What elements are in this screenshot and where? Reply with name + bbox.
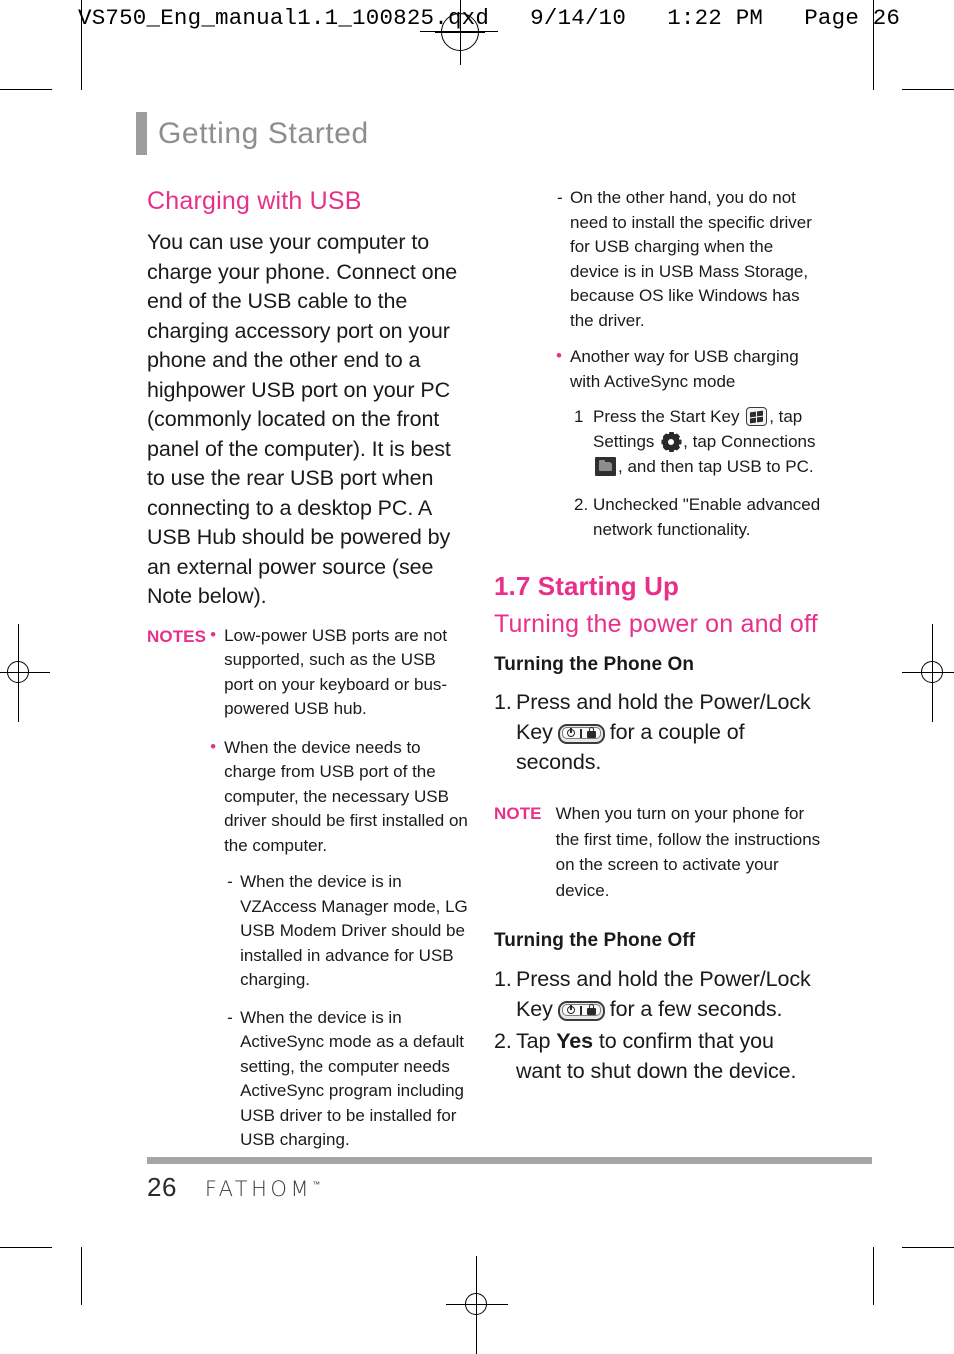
step-text: Unchecked "Enable advanced network funct…: [593, 495, 821, 539]
chapter-header: Getting Started: [136, 112, 369, 155]
step-number: 1.: [494, 690, 512, 715]
note-dash-item: On the other hand, you do not need to in…: [556, 186, 824, 333]
step-marker: 2.: [574, 495, 589, 514]
activesync-bullet-item: Another way for USB charging with Active…: [556, 344, 824, 394]
note-bullet-item: Low-power USB ports are not supported, s…: [210, 623, 469, 722]
step-text-part4: , and then tap USB to PC.: [618, 457, 814, 476]
activesync-step-2: 2. Unchecked "Enable advanced network fu…: [574, 492, 824, 542]
subheading-turning-phone-on: Turning the Phone On: [494, 653, 695, 675]
step-number: 1.: [494, 966, 512, 991]
activesync-step-1: 1 Press the Start Key , tap Settings , t…: [574, 404, 824, 479]
page-number: 26: [147, 1172, 177, 1202]
note-bullet-item: When the device needs to charge from USB…: [210, 735, 469, 859]
start-key-icon: [746, 407, 768, 426]
manual-page: Getting Started Charging with USB You ca…: [0, 0, 954, 1335]
right-column: On the other hand, you do not need to in…: [494, 186, 824, 1088]
note-text: When you turn on your phone for the firs…: [555, 804, 821, 900]
step-marker: 1: [574, 407, 584, 426]
confirm-yes-label: Yes: [556, 1028, 594, 1053]
phone-off-step-2: 2. Tap Yes to confirm that you want to s…: [494, 1026, 824, 1086]
step-body: Tap Yes to confirm that you want to shut…: [516, 1026, 824, 1086]
step-number: 2.: [494, 1028, 512, 1053]
note-sub-dash-block: When the device is in VZAccess Manager m…: [226, 870, 469, 1153]
step-body: Press and hold the Power/Lock Key for a c…: [516, 687, 824, 777]
gear-icon: [661, 432, 682, 452]
step-body: Press and hold the Power/Lock Key for a f…: [516, 964, 824, 1024]
activesync-step-list: 1 Press the Start Key , tap Settings , t…: [556, 404, 824, 542]
brand-name: FATHOM: [204, 1177, 313, 1201]
left-column: Charging with USB You can use your compu…: [147, 186, 469, 1153]
note-dash-item: When the device is in ActiveSync mode as…: [226, 1006, 469, 1153]
chapter-accent-bar: [136, 112, 147, 155]
notes-label: NOTES: [147, 626, 207, 646]
step-text-part3: , tap Connections: [683, 432, 816, 451]
section-heading-charging-with-usb: Charging with USB: [147, 187, 362, 215]
notes-body: Low-power USB ports are not supported, s…: [206, 623, 469, 1153]
power-lock-key-icon: [557, 724, 605, 745]
note-label: NOTE: [494, 804, 542, 824]
page-title: Getting Started: [158, 117, 369, 150]
notes-bullet-list: Low-power USB ports are not supported, s…: [210, 623, 469, 859]
phone-on-step-1: 1. Press and hold the Power/Lock Key for …: [494, 687, 824, 777]
phone-off-step-1: 1. Press and hold the Power/Lock Key for …: [494, 964, 824, 1024]
section-heading-starting-up: 1.7 Starting Up: [494, 571, 679, 601]
intro-paragraph: You can use your computer to charge your…: [147, 230, 458, 608]
step-text-part1: Tap: [516, 1028, 551, 1053]
note-dash-list: When the device is in VZAccess Manager m…: [226, 870, 469, 1153]
brand-logo: FATHOM™: [205, 1177, 320, 1201]
continued-note-block: On the other hand, you do not need to in…: [494, 186, 824, 542]
note-dash-item: When the device is in VZAccess Manager m…: [226, 870, 469, 993]
activesync-bullet-list: Another way for USB charging with Active…: [556, 344, 824, 394]
step-text-part2: for a few seconds.: [609, 996, 783, 1021]
power-lock-key-icon: [557, 1000, 605, 1021]
note-block: NOTE When you turn on your phone for the…: [494, 801, 824, 903]
step-text-part1: Press the Start Key: [593, 407, 740, 426]
connections-folder-icon: [595, 457, 616, 476]
footer-divider: [147, 1157, 872, 1164]
continued-dash-list: On the other hand, you do not need to in…: [556, 186, 824, 333]
subheading-turning-phone-off: Turning the Phone Off: [494, 930, 696, 952]
trademark-symbol: ™: [312, 1180, 321, 1189]
section-subheading-power-on-off: Turning the power on and off: [494, 609, 818, 638]
notes-block: NOTES Low-power USB ports are not suppor…: [147, 623, 469, 1153]
footer: 26 FATHOM™: [147, 1172, 320, 1203]
